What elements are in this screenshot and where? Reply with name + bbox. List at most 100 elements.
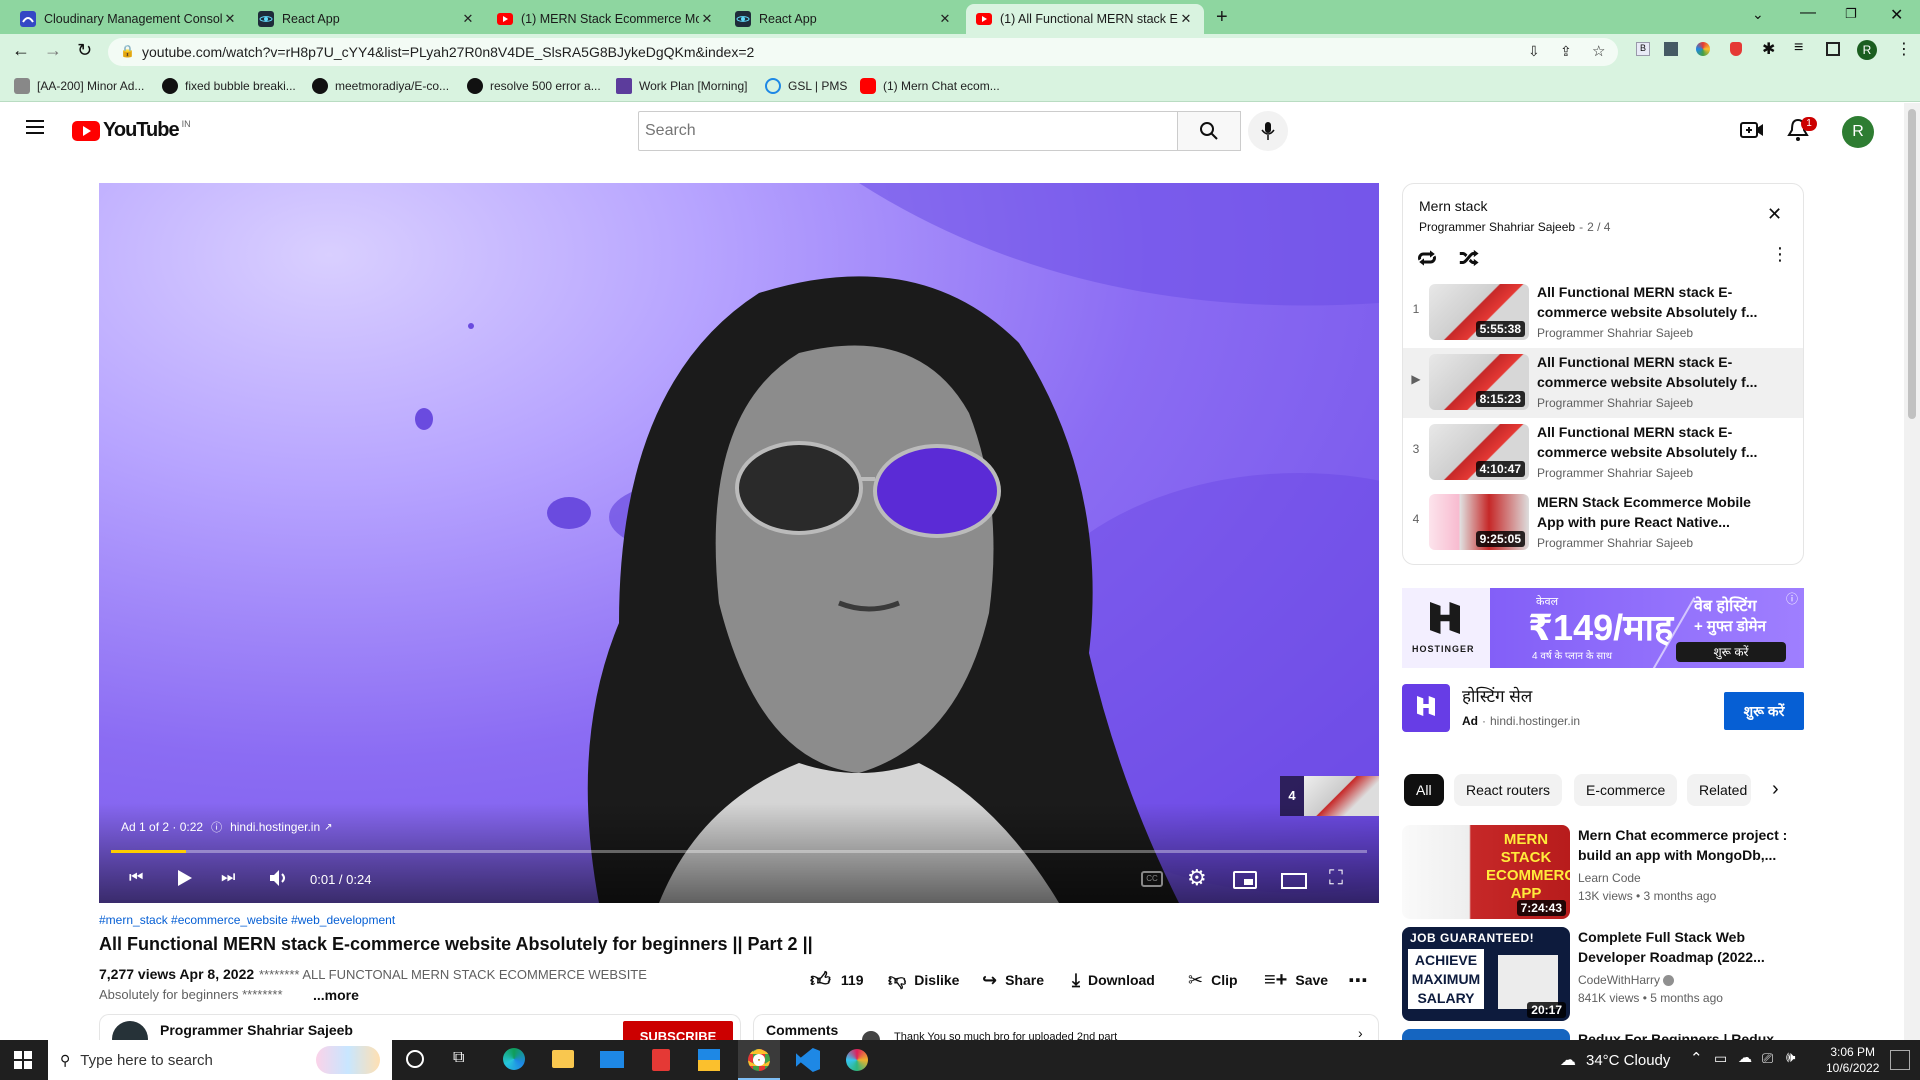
youtube-logo[interactable]: YouTube IN xyxy=(72,119,191,142)
playlist-item[interactable]: 1 5:55:38 All Functional MERN stack E-co… xyxy=(1403,278,1803,348)
chip-e-commerce[interactable]: E-commerce xyxy=(1574,774,1678,806)
close-window-icon[interactable]: ✕ xyxy=(1890,5,1903,25)
fullscreen-icon[interactable]: ⛶ xyxy=(1329,867,1343,890)
show-more-link[interactable]: ...more xyxy=(313,987,359,1003)
speaker-icon[interactable]: 🕪︎ xyxy=(1786,1049,1795,1066)
chip-related[interactable]: Related xyxy=(1687,774,1751,806)
chips-next-icon[interactable]: › xyxy=(1772,778,1779,801)
miniplayer-icon[interactable] xyxy=(1233,871,1257,889)
save-button[interactable]: ≡+ Save xyxy=(1264,965,1328,995)
slack-icon[interactable] xyxy=(846,1049,868,1071)
windows-start-icon[interactable] xyxy=(14,1051,32,1069)
account-avatar[interactable]: R xyxy=(1842,116,1874,148)
mail-icon[interactable] xyxy=(600,1051,624,1068)
shuffle-icon[interactable]: 🔀︎ xyxy=(1459,244,1479,273)
browser-tab-cloudinary[interactable]: Cloudinary Management Console ✕ xyxy=(10,4,248,34)
clock[interactable]: 3:06 PM 10/6/2022 xyxy=(1826,1044,1879,1076)
play-button[interactable] xyxy=(177,869,193,892)
task-view-icon[interactable]: ⧉ xyxy=(453,1049,464,1067)
close-tab-icon[interactable]: ✕ xyxy=(460,11,476,27)
minimize-icon[interactable]: — xyxy=(1800,4,1816,22)
playlist-menu-icon[interactable]: ⋮ xyxy=(1771,244,1789,265)
reload-icon[interactable]: ↻ xyxy=(77,40,92,61)
notification-center-icon[interactable] xyxy=(1890,1050,1910,1070)
search-input[interactable]: Search xyxy=(638,111,1178,151)
ad-cta-button[interactable]: शुरू करें xyxy=(1724,692,1804,730)
hamburger-menu-icon[interactable] xyxy=(26,120,44,134)
browser-tab-youtube-active[interactable]: (1) All Functional MERN stack E-co ✕ xyxy=(966,4,1204,34)
store-icon[interactable] xyxy=(698,1049,720,1071)
scrollbar-thumb[interactable] xyxy=(1908,109,1916,419)
new-tab-icon[interactable]: + xyxy=(1216,6,1228,29)
browser-tab-react-app-2[interactable]: React App ✕ xyxy=(725,4,963,34)
share-button[interactable]: ↪ Share xyxy=(982,965,1044,995)
ad-title[interactable]: होस्टिंग सेल xyxy=(1462,684,1532,707)
ad-banner[interactable]: HOSTINGER केवल ₹149/माह 4 वर्ष के प्लान … xyxy=(1402,588,1804,668)
channel-name[interactable]: Programmer Shahriar Sajeeb xyxy=(160,1022,353,1038)
edge-icon[interactable] xyxy=(503,1048,525,1070)
vscode-icon[interactable] xyxy=(796,1048,820,1072)
recommended-video[interactable]: JOB GUARANTEED! ACHIEVE MAXIMUM SALARY 2… xyxy=(1402,927,1804,1021)
install-icon[interactable]: ⇩ xyxy=(1528,43,1540,60)
office-icon[interactable] xyxy=(652,1049,670,1071)
volume-icon[interactable] xyxy=(269,869,291,892)
cortana-icon[interactable] xyxy=(406,1050,424,1068)
playlist-icon[interactable]: ≡ xyxy=(1794,39,1803,57)
captions-icon[interactable]: CC xyxy=(1141,871,1163,887)
browser-tab-react-app[interactable]: React App ✕ xyxy=(248,4,486,34)
search-button[interactable] xyxy=(1177,111,1241,151)
playlist-item[interactable]: 3 4:10:47 All Functional MERN stack E-co… xyxy=(1403,418,1803,488)
bookmark-item[interactable]: Work Plan [Morning] xyxy=(616,76,748,96)
share-page-icon[interactable]: ⇪ xyxy=(1560,43,1572,60)
hashtags[interactable]: #mern_stack #ecommerce_website #web_deve… xyxy=(99,913,395,927)
advertiser-logo[interactable] xyxy=(1402,684,1450,732)
bookmark-item[interactable]: [AA-200] Minor Ad... xyxy=(14,76,144,96)
browser-tab-youtube-mobile[interactable]: (1) MERN Stack Ecommerce Mobile ✕ xyxy=(487,4,725,34)
close-tab-icon[interactable]: ✕ xyxy=(937,11,953,27)
bookmark-item[interactable]: GSL | PMS xyxy=(765,76,847,96)
settings-gear-icon[interactable]: ⚙ xyxy=(1187,865,1207,891)
restore-icon[interactable]: ❐ xyxy=(1845,6,1857,22)
bookmark-star-icon[interactable]: ☆ xyxy=(1592,42,1605,60)
recommended-video[interactable]: MERN STACK ECOMMERCE APP 7:24:43 Mern Ch… xyxy=(1402,825,1804,919)
ad-domain-link[interactable]: hindi.hostinger.in xyxy=(230,820,320,834)
weather-text[interactable]: 34°C Cloudy xyxy=(1586,1052,1670,1069)
more-actions-icon[interactable]: ⋯ xyxy=(1348,965,1368,995)
profile-avatar[interactable]: R xyxy=(1857,40,1877,60)
taskbar-search-box[interactable]: ⚲ Type here to search xyxy=(48,1040,392,1080)
bookmark-item[interactable]: meetmoradiya/E-co... xyxy=(312,76,449,96)
device-icon[interactable]: ▭ xyxy=(1714,1050,1727,1067)
extension-icon[interactable] xyxy=(1664,42,1678,56)
close-tab-icon[interactable]: ✕ xyxy=(699,11,715,27)
dislike-button[interactable]: 👎︎ Dislike xyxy=(888,965,959,995)
download-button[interactable]: ⤓ Download xyxy=(1072,965,1155,995)
playlist-item[interactable]: 4 9:25:05 MERN Stack Ecommerce Mobile Ap… xyxy=(1403,488,1803,558)
close-tab-icon[interactable]: ✕ xyxy=(1178,11,1194,27)
tab-search-icon[interactable]: ⌄ xyxy=(1752,6,1764,23)
cloud-sync-icon[interactable]: ☁ xyxy=(1738,1049,1752,1066)
progress-bar[interactable] xyxy=(111,850,1367,853)
close-tab-icon[interactable]: ✕ xyxy=(222,11,238,27)
forward-icon[interactable]: → xyxy=(44,40,62,61)
close-playlist-icon[interactable]: ✕ xyxy=(1767,204,1782,225)
info-icon[interactable]: ⓘ xyxy=(211,819,222,835)
chrome-taskbar-button[interactable] xyxy=(738,1040,780,1080)
like-button[interactable]: 👍︎ 119 xyxy=(810,965,864,995)
playlist-title[interactable]: Mern stack xyxy=(1419,198,1487,214)
ad-info-icon[interactable]: ⓘ xyxy=(1786,590,1798,607)
shield-extension-icon[interactable] xyxy=(1730,42,1742,56)
page-scrollbar[interactable] xyxy=(1904,103,1920,1040)
side-panel-icon[interactable] xyxy=(1826,42,1840,56)
ad-preview-thumbnail[interactable]: 4 xyxy=(1280,776,1379,816)
voice-search-button[interactable] xyxy=(1248,111,1288,151)
tray-chevron-icon[interactable]: ⌃ xyxy=(1690,1049,1703,1067)
next-icon[interactable]: ⏭ xyxy=(221,869,235,887)
clip-button[interactable]: ✂ Clip xyxy=(1188,965,1238,995)
create-video-icon[interactable] xyxy=(1740,119,1764,146)
previous-icon[interactable]: ⏮ xyxy=(129,869,143,887)
video-player[interactable]: Ad 1 of 2 · 0:22 ⓘ hindi.hostinger.in ↗ … xyxy=(99,183,1379,903)
recommended-video[interactable]: Redux For Beginners | Redux... xyxy=(1402,1029,1804,1040)
extension-icon[interactable]: B xyxy=(1636,42,1650,56)
loop-icon[interactable]: 🔁︎ xyxy=(1417,244,1437,273)
chip-all[interactable]: All xyxy=(1404,774,1444,806)
